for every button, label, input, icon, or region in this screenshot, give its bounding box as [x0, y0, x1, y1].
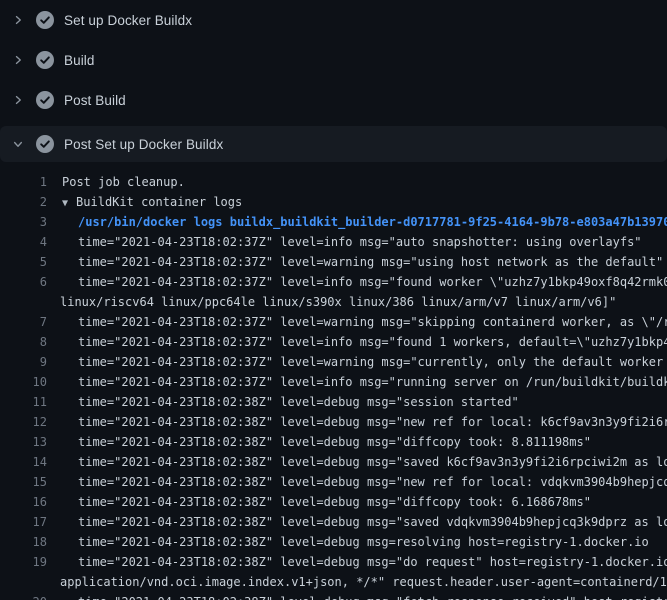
log-line-number[interactable]: 3 — [0, 212, 47, 232]
log-line: 2 ▼ BuildKit container logs — [0, 192, 667, 212]
log-line-number[interactable]: 2 — [0, 192, 47, 212]
log-line: 14 time="2021-04-23T18:02:38Z" level=deb… — [0, 452, 667, 472]
log-line-number[interactable]: 6 — [0, 272, 47, 292]
log-line-number[interactable]: 4 — [0, 232, 47, 252]
log-line-text: time="2021-04-23T18:02:37Z" level=info m… — [78, 232, 642, 252]
log-line: 6 time="2021-04-23T18:02:37Z" level=info… — [0, 272, 667, 292]
log-line: 20 time="2021-04-23T18:02:38Z" level=deb… — [0, 592, 667, 600]
log-line: 16 time="2021-04-23T18:02:38Z" level=deb… — [0, 492, 667, 512]
log-line-text: linux/riscv64 linux/ppc64le linux/s390x … — [60, 292, 616, 312]
log-lines: 1 Post job cleanup. 2 ▼ BuildKit contain… — [0, 162, 667, 600]
log-line-text: time="2021-04-23T18:02:38Z" level=debug … — [78, 532, 649, 552]
log-line-number[interactable]: 9 — [0, 352, 47, 372]
log-line-text: /usr/bin/docker logs buildx_buildkit_bui… — [78, 212, 667, 232]
step-row-0[interactable]: Set up Docker Buildx — [0, 6, 667, 34]
log-line: application/vnd.oci.image.index.v1+json,… — [0, 572, 667, 592]
log-line-text: time="2021-04-23T18:02:37Z" level=info m… — [78, 372, 667, 392]
check-circle-icon — [36, 135, 54, 153]
log-line-number[interactable]: 7 — [0, 312, 47, 332]
log-line-number[interactable]: 11 — [0, 392, 47, 412]
step-label: Build — [64, 53, 95, 68]
log-line-text: time="2021-04-23T18:02:37Z" level=info m… — [78, 332, 667, 352]
log-line-number[interactable]: 15 — [0, 472, 47, 492]
step-label: Post Set up Docker Buildx — [64, 137, 223, 152]
step-label: Set up Docker Buildx — [64, 13, 192, 28]
log-line-number[interactable]: 19 — [0, 552, 47, 572]
log-line-text: time="2021-04-23T18:02:38Z" level=debug … — [78, 392, 519, 412]
log-line: 18 time="2021-04-23T18:02:38Z" level=deb… — [0, 532, 667, 552]
check-circle-icon — [36, 91, 54, 109]
log-line: 7 time="2021-04-23T18:02:37Z" level=warn… — [0, 312, 667, 332]
log-line-number[interactable]: 8 — [0, 332, 47, 352]
log-line-text: time="2021-04-23T18:02:37Z" level=warnin… — [78, 312, 667, 332]
log-line-text: Post job cleanup. — [62, 172, 185, 192]
log-line: 15 time="2021-04-23T18:02:38Z" level=deb… — [0, 472, 667, 492]
chevron-down-icon[interactable] — [12, 138, 24, 150]
log-line-text: application/vnd.oci.image.index.v1+json,… — [60, 572, 667, 592]
log-line-number[interactable]: 20 — [0, 592, 47, 600]
actions-log-viewer: Set up Docker Buildx Build P — [0, 0, 667, 600]
log-line-text: time="2021-04-23T18:02:38Z" level=debug … — [78, 432, 591, 452]
check-circle-icon — [36, 51, 54, 69]
steps-list: Set up Docker Buildx Build P — [0, 0, 667, 162]
log-line-number[interactable]: 1 — [0, 172, 47, 192]
log-line: 5 time="2021-04-23T18:02:37Z" level=warn… — [0, 252, 667, 272]
log-line-text: time="2021-04-23T18:02:37Z" level=info m… — [78, 272, 667, 292]
log-line-text: time="2021-04-23T18:02:38Z" level=debug … — [78, 412, 667, 432]
log-line: 19 time="2021-04-23T18:02:38Z" level=deb… — [0, 552, 667, 572]
log-line-text: time="2021-04-23T18:02:38Z" level=debug … — [78, 472, 667, 492]
log-line: 13 time="2021-04-23T18:02:38Z" level=deb… — [0, 432, 667, 452]
check-circle-icon — [36, 11, 54, 29]
log-line-text: time="2021-04-23T18:02:38Z" level=debug … — [78, 492, 591, 512]
log-line-number[interactable]: 5 — [0, 252, 47, 272]
log-line-number[interactable]: 16 — [0, 492, 47, 512]
step-row-expanded[interactable]: Post Set up Docker Buildx — [0, 126, 667, 162]
log-line-text: time="2021-04-23T18:02:38Z" level=debug … — [78, 452, 667, 472]
log-line-number[interactable]: 10 — [0, 372, 47, 392]
log-line-text: time="2021-04-23T18:02:38Z" level=debug … — [78, 512, 667, 532]
log-line-number[interactable]: 14 — [0, 452, 47, 472]
log-line: 12 time="2021-04-23T18:02:38Z" level=deb… — [0, 412, 667, 432]
log-line-number[interactable]: 17 — [0, 512, 47, 532]
step-row-2[interactable]: Post Build — [0, 86, 667, 114]
log-line-text: time="2021-04-23T18:02:37Z" level=warnin… — [78, 252, 663, 272]
log-line: 9 time="2021-04-23T18:02:37Z" level=warn… — [0, 352, 667, 372]
log-line-number[interactable]: 12 — [0, 412, 47, 432]
log-line: 17 time="2021-04-23T18:02:38Z" level=deb… — [0, 512, 667, 532]
log-line-text: ▼ BuildKit container logs — [62, 192, 242, 212]
log-line: 4 time="2021-04-23T18:02:37Z" level=info… — [0, 232, 667, 252]
chevron-right-icon[interactable] — [12, 14, 24, 26]
step-label: Post Build — [64, 93, 126, 108]
log-line: 3 /usr/bin/docker logs buildx_buildkit_b… — [0, 212, 667, 232]
log-line: 1 Post job cleanup. — [0, 172, 667, 192]
log-line: linux/riscv64 linux/ppc64le linux/s390x … — [0, 292, 667, 312]
log-line-number[interactable] — [0, 572, 47, 592]
log-line-number[interactable]: 13 — [0, 432, 47, 452]
group-toggle-caret-icon[interactable]: ▼ — [62, 198, 74, 209]
log-line-number[interactable] — [0, 292, 47, 312]
chevron-right-icon[interactable] — [12, 54, 24, 66]
log-line-text: time="2021-04-23T18:02:38Z" level=debug … — [78, 592, 667, 600]
log-line: 11 time="2021-04-23T18:02:38Z" level=deb… — [0, 392, 667, 412]
log-line: 8 time="2021-04-23T18:02:37Z" level=info… — [0, 332, 667, 352]
log-line: 10 time="2021-04-23T18:02:37Z" level=inf… — [0, 372, 667, 392]
log-line-number[interactable]: 18 — [0, 532, 47, 552]
chevron-right-icon[interactable] — [12, 94, 24, 106]
step-row-1[interactable]: Build — [0, 46, 667, 74]
log-line-text: time="2021-04-23T18:02:37Z" level=warnin… — [78, 352, 667, 372]
log-line-text: time="2021-04-23T18:02:38Z" level=debug … — [78, 552, 667, 572]
group-label[interactable]: BuildKit container logs — [76, 195, 242, 209]
